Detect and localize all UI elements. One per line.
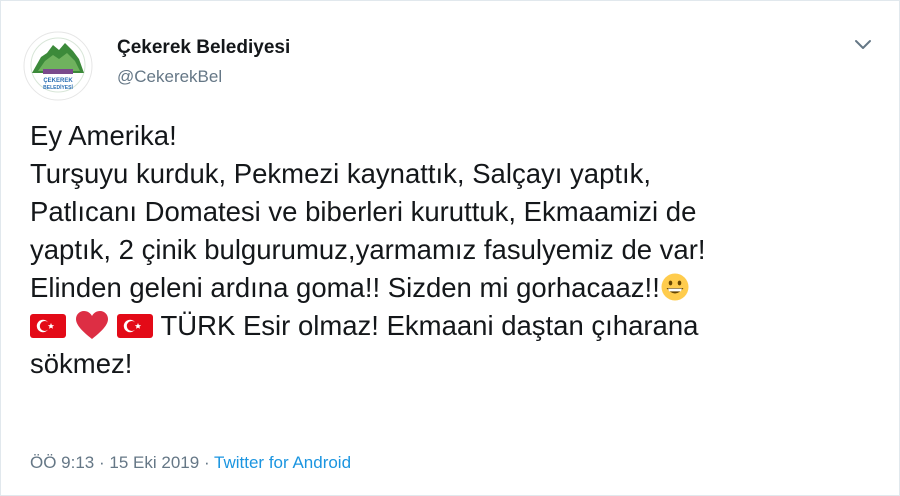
tweet-text: Ey Amerika! Turşuyu kurduk, Pekmezi kayn…	[30, 117, 880, 383]
tweet-time[interactable]: ÖÖ 9:13	[30, 453, 94, 472]
tweet-line: sökmez!	[30, 348, 133, 379]
tweet-card: ÇEKEREK BELEDİYESİ Çekerek Belediyesi @C…	[0, 0, 900, 496]
author-handle[interactable]: @CekerekBel	[117, 67, 222, 87]
red-heart-icon	[74, 310, 110, 350]
tweet-line: yaptık, 2 çinik bulgurumuz,yarmamız fasu…	[30, 234, 706, 265]
tweet-line-text: Elinden geleni ardına goma!! Sizden mi g…	[30, 272, 660, 303]
tweet-line-text: TÜRK Esir olmaz! Ekmaani daştan çıharana	[160, 310, 699, 341]
tweet-line: Patlıcanı Domatesi ve biberleri kuruttuk…	[30, 196, 697, 227]
more-options-caret-icon[interactable]	[853, 37, 873, 53]
tweet-line-with-emoji: Elinden geleni ardına goma!! Sizden mi g…	[30, 269, 880, 307]
tweet-line: Turşuyu kurduk, Pekmezi kaynattık, Salça…	[30, 158, 652, 189]
tweet-source-link[interactable]: Twitter for Android	[214, 453, 351, 472]
tweet-line-with-emoji: TÜRK Esir olmaz! Ekmaani daştan çıharana	[30, 307, 880, 345]
avatar-text-top: ÇEKEREK	[43, 78, 73, 84]
avatar-logo-icon: ÇEKEREK BELEDİYESİ	[23, 31, 93, 101]
meta-separator: ·	[99, 453, 105, 472]
tweet-line: Ey Amerika!	[30, 120, 177, 151]
avatar-text-bottom: BELEDİYESİ	[43, 84, 73, 91]
grinning-face-icon	[660, 272, 690, 312]
tweet-date[interactable]: 15 Eki 2019	[109, 453, 199, 472]
profile-avatar[interactable]: ÇEKEREK BELEDİYESİ	[23, 31, 93, 101]
tweet-meta: ÖÖ 9:13 · 15 Eki 2019 · Twitter for Andr…	[30, 453, 351, 473]
meta-separator: ·	[203, 453, 210, 472]
author-name[interactable]: Çekerek Belediyesi	[117, 37, 290, 59]
